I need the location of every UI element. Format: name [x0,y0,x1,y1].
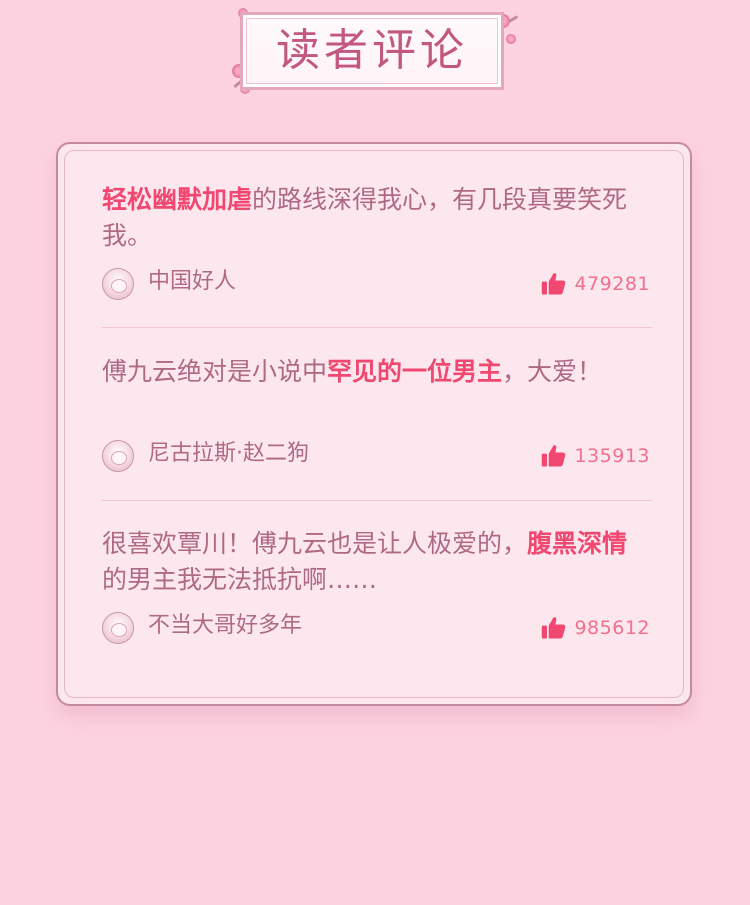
comment-username[interactable]: 中国好人 [148,266,236,298]
page-title: 读者评论 [276,25,468,76]
avatar-face-icon [111,623,127,637]
anime-cat-avatar[interactable] [102,440,134,472]
comment-username[interactable]: 不当大哥好多年 [148,610,302,642]
comment-text: 很喜欢覃川！傅九云也是让人极爱的，腹黑深情的男主我无法抵抗啊…… [102,526,652,598]
comment-segment: 很喜欢覃川！傅九云也是让人极爱的， [102,529,528,558]
anime-girl-avatar[interactable] [102,268,134,300]
like-count: 985612 [574,617,650,639]
comment-meta: 中国好人 479281 [102,268,652,304]
banner-plaque: 读者评论 [240,12,504,90]
comment-meta: 尼古拉斯·赵二狗 135913 [102,440,652,476]
like-button[interactable]: 985612 [540,612,650,644]
thumbs-up-icon [542,445,566,467]
like-button[interactable]: 135913 [540,440,650,472]
comment-divider [102,500,652,501]
rabbit-avatar[interactable] [102,612,134,644]
comment-highlight: 腹黑深情 [527,529,628,558]
comment-segment: 的男主我无法抵抗啊…… [102,565,378,594]
comment-item: 很喜欢覃川！傅九云也是让人极爱的，腹黑深情的男主我无法抵抗啊…… 不当大哥好多年… [102,526,652,644]
comment-highlight: 罕见的一位男主 [327,357,503,386]
comments-card: 轻松幽默加虐的路线深得我心，有几段真要笑死我。 中国好人 479281 傅九云绝… [56,142,692,706]
comment-meta: 不当大哥好多年 985612 [102,612,652,648]
title-banner: 读者评论 [226,6,522,102]
comment-highlight: 轻松幽默加虐 [102,185,253,214]
avatar-face-icon [111,451,127,465]
like-button[interactable]: 479281 [540,268,650,300]
avatar-face-icon [111,279,127,293]
like-count: 135913 [574,445,650,467]
thumbs-up-icon [542,273,566,295]
comment-item: 傅九云绝对是小说中罕见的一位男主，大爱！ 尼古拉斯·赵二狗 135913 [102,354,652,472]
flower-icon [506,34,516,44]
comment-segment: ，大爱！ [502,357,603,386]
like-count: 479281 [574,273,650,295]
comment-text: 轻松幽默加虐的路线深得我心，有几段真要笑死我。 [102,182,652,254]
thumbs-up-icon [542,617,566,639]
comment-item: 轻松幽默加虐的路线深得我心，有几段真要笑死我。 中国好人 479281 [102,182,652,300]
comment-username[interactable]: 尼古拉斯·赵二狗 [148,438,309,470]
comment-text: 傅九云绝对是小说中罕见的一位男主，大爱！ [102,354,652,390]
comment-segment: 傅九云绝对是小说中 [102,357,328,386]
comment-divider [102,327,652,328]
